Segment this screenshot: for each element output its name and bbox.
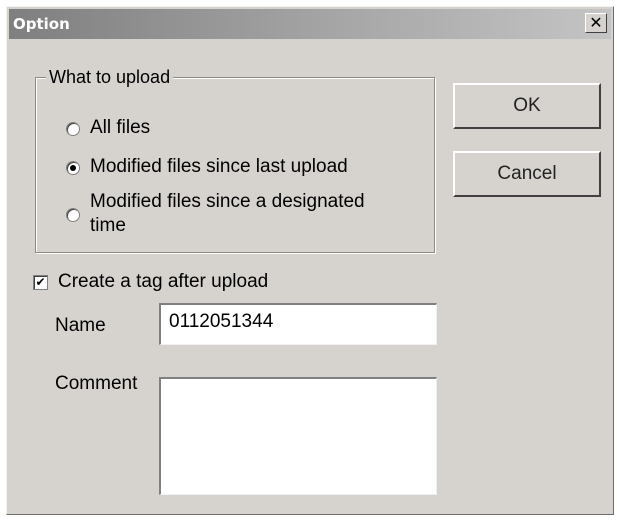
radio-label-line1: Modified files since a designated	[90, 191, 365, 212]
close-icon: ✕	[589, 13, 603, 32]
radio-label-line2: time	[90, 215, 126, 236]
radio-button-modified-since-designated[interactable]	[66, 208, 80, 222]
checkmark-icon: ✔	[35, 275, 46, 289]
comment-field[interactable]	[159, 377, 437, 495]
name-field[interactable]: 0112051344	[159, 303, 437, 345]
group-legend: What to upload	[46, 67, 174, 88]
option-dialog: Option ✕ What to upload All files Modifi…	[6, 6, 614, 515]
close-button[interactable]: ✕	[585, 13, 607, 33]
radio-button-all-files[interactable]	[66, 122, 80, 136]
radio-label-all-files: All files	[90, 117, 151, 138]
name-label: Name	[55, 315, 106, 336]
what-to-upload-group: What to upload All files Modified files …	[35, 67, 435, 253]
radio-modified-since-last[interactable]: Modified files since last upload	[66, 155, 348, 179]
create-tag-checkbox[interactable]: ✔	[33, 274, 48, 290]
ok-button[interactable]: OK	[453, 83, 601, 129]
radio-button-modified-since-last[interactable]	[66, 161, 80, 175]
create-tag-label: Create a tag after upload	[58, 271, 269, 292]
cancel-button[interactable]: Cancel	[453, 151, 601, 197]
window-title: Option	[13, 15, 70, 33]
radio-label-modified-since-last: Modified files since last upload	[90, 156, 348, 177]
create-tag-checkbox-row[interactable]: ✔ Create a tag after upload	[33, 271, 268, 293]
title-bar[interactable]: Option ✕	[9, 9, 611, 39]
radio-label-modified-since-designated: Modified files since a designated time	[90, 190, 365, 238]
comment-label: Comment	[55, 373, 138, 394]
radio-modified-since-designated[interactable]: Modified files since a designated time	[66, 190, 365, 238]
radio-all-files[interactable]: All files	[66, 116, 150, 140]
